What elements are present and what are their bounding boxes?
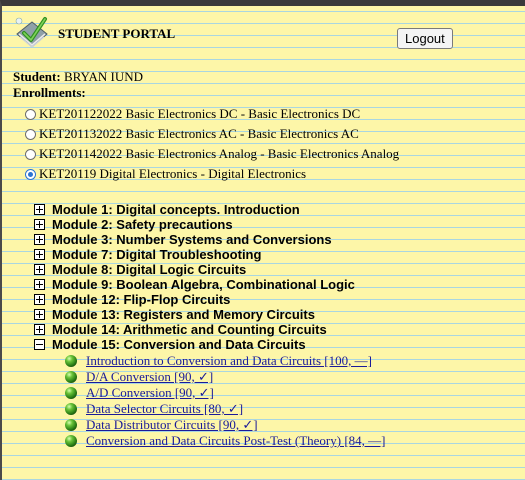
module-label[interactable]: Module 8: Digital Logic Circuits xyxy=(52,262,246,277)
plus-box-icon[interactable] xyxy=(34,279,45,290)
plus-box-icon[interactable] xyxy=(34,204,45,215)
module-item[interactable]: Module 9: Boolean Algebra, Combinational… xyxy=(34,277,355,292)
module-item-expanded[interactable]: Module 15: Conversion and Data Circuits xyxy=(34,337,355,352)
enrollment-radio-selected[interactable] xyxy=(25,168,36,180)
enrollment-radio[interactable] xyxy=(25,148,36,160)
green-ball-icon xyxy=(65,403,77,415)
lesson-link[interactable]: Data Selector Circuits [80, ✓] xyxy=(86,401,243,417)
module-label[interactable]: Module 9: Boolean Algebra, Combinational… xyxy=(52,277,355,292)
module-tree: Module 1: Digital concepts. Introduction… xyxy=(34,202,355,352)
enrollment-option[interactable]: KET20119 Digital Electronics - Digital E… xyxy=(25,164,399,184)
lesson-item[interactable]: Introduction to Conversion and Data Circ… xyxy=(65,353,385,369)
module-label[interactable]: Module 1: Digital concepts. Introduction xyxy=(52,202,300,217)
module-item[interactable]: Module 8: Digital Logic Circuits xyxy=(34,262,355,277)
module-label[interactable]: Module 12: Flip-Flop Circuits xyxy=(52,292,230,307)
green-ball-icon xyxy=(65,371,77,383)
enrollment-list: KET201122022 Basic Electronics DC - Basi… xyxy=(25,104,399,184)
enrollment-radio[interactable] xyxy=(25,128,36,140)
lesson-list: Introduction to Conversion and Data Circ… xyxy=(65,353,385,449)
enrollment-label: KET201142022 Basic Electronics Analog - … xyxy=(39,146,400,161)
enrollment-option[interactable]: KET201122022 Basic Electronics DC - Basi… xyxy=(25,104,399,124)
minus-box-icon[interactable] xyxy=(34,339,45,350)
plus-box-icon[interactable] xyxy=(34,219,45,230)
enrollment-radio[interactable] xyxy=(25,108,36,120)
plus-box-icon[interactable] xyxy=(34,264,45,275)
module-label[interactable]: Module 13: Registers and Memory Circuits xyxy=(52,307,315,322)
enrollment-option[interactable]: KET201132022 Basic Electronics AC - Basi… xyxy=(25,124,399,144)
lesson-item[interactable]: A/D Conversion [90, ✓] xyxy=(65,385,385,401)
lesson-link[interactable]: D/A Conversion [90, ✓] xyxy=(86,369,213,385)
green-ball-icon xyxy=(65,355,77,367)
module-label[interactable]: Module 7: Digital Troubleshooting xyxy=(52,247,261,262)
green-ball-icon xyxy=(65,387,77,399)
lesson-item[interactable]: Data Selector Circuits [80, ✓] xyxy=(65,401,385,417)
student-info: Student: BRYAN IUND xyxy=(13,69,143,85)
module-item[interactable]: Module 1: Digital concepts. Introduction xyxy=(34,202,355,217)
portal-header: STUDENT PORTAL Logout xyxy=(14,16,514,56)
lesson-item[interactable]: Data Distributor Circuits [90, ✓] xyxy=(65,417,385,433)
lesson-link[interactable]: Data Distributor Circuits [90, ✓] xyxy=(86,417,258,433)
module-item[interactable]: Module 7: Digital Troubleshooting xyxy=(34,247,355,262)
plus-box-icon[interactable] xyxy=(34,249,45,260)
module-item[interactable]: Module 2: Safety precautions xyxy=(34,217,355,232)
student-label: Student: xyxy=(13,69,61,84)
lesson-link[interactable]: Introduction to Conversion and Data Circ… xyxy=(86,353,372,369)
plus-box-icon[interactable] xyxy=(34,324,45,335)
module-label[interactable]: Module 15: Conversion and Data Circuits xyxy=(52,337,306,352)
portal-logo-icon xyxy=(14,16,50,52)
green-ball-icon xyxy=(65,419,77,431)
enrollment-label: KET20119 Digital Electronics - Digital E… xyxy=(39,166,307,181)
enrollment-option[interactable]: KET201142022 Basic Electronics Analog - … xyxy=(25,144,399,164)
module-label[interactable]: Module 3: Number Systems and Conversions xyxy=(52,232,332,247)
module-label[interactable]: Module 14: Arithmetic and Counting Circu… xyxy=(52,322,327,337)
lesson-link[interactable]: A/D Conversion [90, ✓] xyxy=(86,385,214,401)
module-item[interactable]: Module 14: Arithmetic and Counting Circu… xyxy=(34,322,355,337)
lesson-link[interactable]: Conversion and Data Circuits Post-Test (… xyxy=(86,433,385,449)
student-name: BRYAN IUND xyxy=(63,69,144,84)
enrollments-label: Enrollments: xyxy=(13,85,86,100)
plus-box-icon[interactable] xyxy=(34,309,45,320)
lesson-item[interactable]: Conversion and Data Circuits Post-Test (… xyxy=(65,433,385,449)
logout-button[interactable]: Logout xyxy=(397,28,453,49)
green-ball-icon xyxy=(65,435,77,447)
plus-box-icon[interactable] xyxy=(34,234,45,245)
lesson-item[interactable]: D/A Conversion [90, ✓] xyxy=(65,369,385,385)
page-title: STUDENT PORTAL xyxy=(58,26,176,41)
module-item[interactable]: Module 12: Flip-Flop Circuits xyxy=(34,292,355,307)
module-item[interactable]: Module 13: Registers and Memory Circuits xyxy=(34,307,355,322)
module-label[interactable]: Module 2: Safety precautions xyxy=(52,217,233,232)
enrollment-label: KET201132022 Basic Electronics AC - Basi… xyxy=(39,126,359,141)
enrollment-label: KET201122022 Basic Electronics DC - Basi… xyxy=(39,106,361,121)
module-item[interactable]: Module 3: Number Systems and Conversions xyxy=(34,232,355,247)
plus-box-icon[interactable] xyxy=(34,294,45,305)
